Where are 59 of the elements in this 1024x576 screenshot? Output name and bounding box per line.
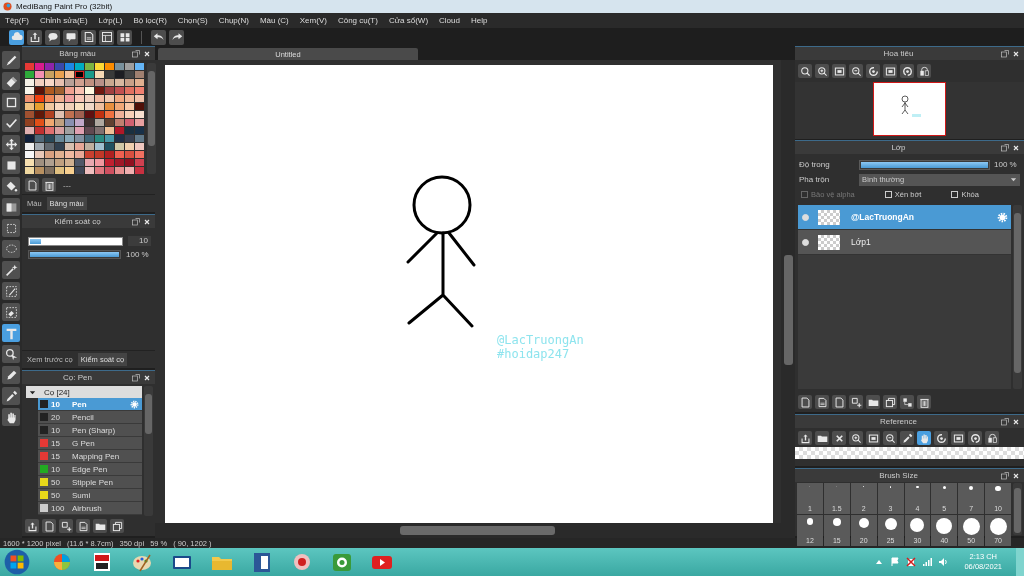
brush-name: Mapping Pen — [72, 451, 121, 461]
panel-title: Lớp — [890, 143, 907, 152]
brush-name: Edge Pen — [72, 464, 109, 474]
menu-item[interactable]: Lớp(L) — [98, 16, 123, 25]
brush-size: 50 — [51, 477, 61, 487]
canvas-text: #hoidap247 — [497, 347, 571, 361]
panel-title: Brush Size — [878, 471, 919, 480]
brush-item[interactable]: 15 Mapping Pen — [38, 450, 142, 463]
brush-item[interactable]: 20 Pencil — [38, 411, 142, 424]
brush-size: 15 — [51, 438, 61, 448]
layer-name: @LacTruongAn — [851, 212, 916, 222]
menu-item[interactable]: Chỉnh sửa(E) — [40, 16, 88, 25]
panel-title: Cọ: Pen — [62, 373, 93, 382]
size-value-field[interactable]: 10 — [128, 236, 151, 246]
field-label: Độ trong — [799, 160, 831, 169]
brush-item[interactable]: 100 Airbrush — [38, 502, 142, 515]
panel-title: Reference — [879, 417, 918, 426]
brush-size: 20 — [51, 412, 61, 422]
brush-item[interactable]: 50 Sumi — [38, 489, 142, 502]
brush-size: 15 — [51, 451, 61, 461]
menu-item[interactable]: Xem(V) — [299, 16, 327, 25]
brush-name: Pen (Sharp) — [72, 425, 117, 435]
layer-name: Lớp1 — [851, 237, 872, 247]
opacity-value: 100 % — [126, 250, 150, 259]
panel-title: Bảng màu — [58, 49, 97, 58]
field-label: Pha trộn — [799, 175, 831, 184]
brush-item[interactable]: 50 Stipple Pen — [38, 476, 142, 489]
group-label: Cọ [24] — [44, 387, 70, 397]
brush-name: Sumi — [72, 490, 92, 500]
brush-name: G Pen — [72, 438, 96, 448]
menu-item[interactable]: Chọn(S) — [177, 16, 208, 25]
brush-name: Pencil — [72, 412, 95, 422]
brush-group-header[interactable]: Cọ [24] — [26, 386, 142, 398]
brush-size: 50 — [51, 490, 61, 500]
menu-item[interactable]: Công cụ(T) — [337, 16, 378, 25]
palette-name: --- — [63, 180, 71, 190]
panel-title: Hoa tiêu — [882, 49, 915, 58]
window-title: MediBang Paint Pro (32bit) — [16, 2, 113, 11]
menu-item[interactable]: Màu (C) — [259, 16, 289, 25]
brush-size: 10 — [51, 425, 61, 435]
brush-item[interactable]: 10 Pen (Sharp) — [38, 424, 142, 437]
menu-item[interactable]: Help — [470, 16, 488, 25]
menu-item[interactable]: Bộ lọc(R) — [133, 16, 167, 25]
menu-item[interactable]: Cloud — [439, 16, 460, 25]
brush-item[interactable]: 10 Edge Pen — [38, 463, 142, 476]
brush-item[interactable]: 15 G Pen — [38, 437, 142, 450]
brush-name: Stipple Pen — [72, 477, 114, 487]
brush-size: 100 — [51, 503, 66, 513]
opacity-value: 100 % — [994, 160, 1018, 169]
brush-size: 10 — [51, 464, 61, 474]
menu-item[interactable]: Cửa sổ(W) — [388, 16, 429, 25]
menu-item[interactable]: Tệp(F) — [5, 16, 29, 25]
canvas-text: @LacTruongAn — [497, 333, 584, 347]
menu-item[interactable]: Chụp(N) — [218, 16, 249, 25]
panel-title: Kiểm soát cọ — [53, 217, 102, 226]
layer-row[interactable]: Lớp1 — [798, 230, 1011, 255]
brush-name: Pen — [72, 399, 88, 409]
brush-size: 10 — [51, 399, 61, 409]
brush-name: Airbrush — [72, 503, 103, 513]
